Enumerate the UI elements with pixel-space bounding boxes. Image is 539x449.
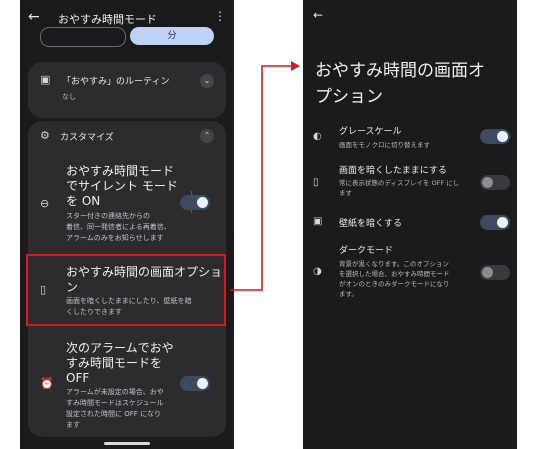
option-label: 壁紙を暗くする bbox=[339, 219, 403, 229]
option-label: ダークモード bbox=[339, 246, 394, 256]
phone-off-icon: ▯ bbox=[313, 177, 319, 188]
wallpaper-icon: ▣ bbox=[313, 216, 323, 227]
option-desc-line: 画面をモノクロに切り替えます bbox=[339, 141, 430, 149]
option-desc-line: を選択した場合、おやすみ時間モード bbox=[339, 270, 450, 278]
title-line: プション bbox=[315, 87, 383, 107]
back-arrow-icon[interactable]: ← bbox=[313, 8, 323, 22]
page-title: おやすみ時間の画面オ プション bbox=[315, 58, 511, 110]
option-desc-line: がオンのときのみダークモードになり bbox=[339, 280, 450, 288]
title-line: おやすみ時間の画面オ bbox=[315, 61, 485, 81]
option-label: 画面を暗くしたままにする bbox=[339, 166, 447, 176]
contrast-icon: ◐ bbox=[313, 131, 322, 142]
dark-mode-toggle[interactable] bbox=[480, 265, 510, 280]
grayscale-toggle[interactable] bbox=[480, 129, 510, 144]
keep-dark-toggle[interactable] bbox=[480, 175, 510, 190]
option-desc-line: 背景が黒くなります。このオプション bbox=[339, 260, 449, 268]
dark-mode-icon: ◑ bbox=[313, 266, 322, 277]
option-desc-line: ます。 bbox=[339, 290, 358, 298]
right-phone-screen: ← おやすみ時間の画面オ プション ◐ グレースケール 画面をモノクロに切り替え… bbox=[303, 0, 517, 449]
option-label: グレースケール bbox=[339, 127, 402, 137]
option-desc-line: 常に表示状態のディスプレイを OFF にし bbox=[339, 179, 460, 187]
option-desc-line: ます bbox=[339, 189, 352, 197]
dim-wallpaper-toggle[interactable] bbox=[480, 215, 510, 230]
